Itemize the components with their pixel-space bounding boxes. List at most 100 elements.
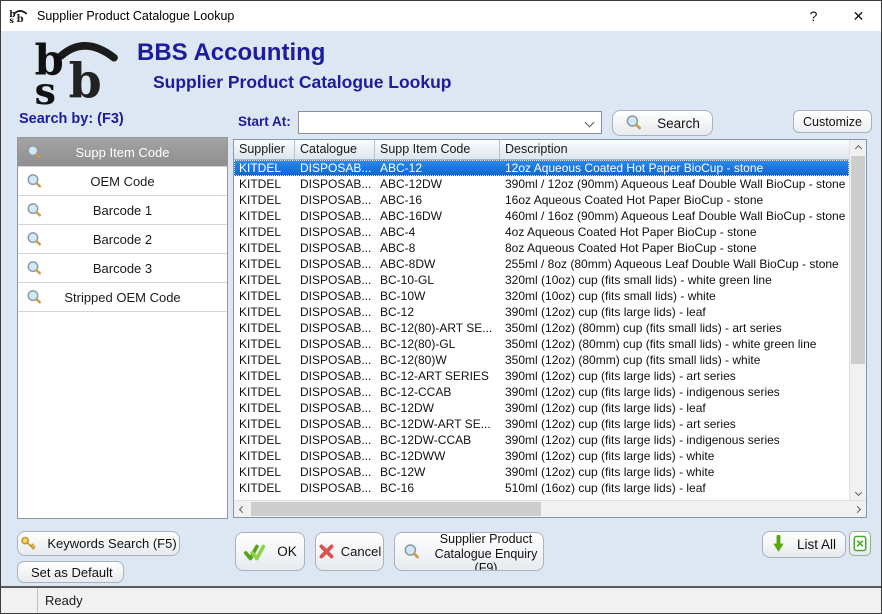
cell-supp-item-code: BC-12DWW bbox=[375, 448, 500, 464]
search-by-option[interactable]: Barcode 1 bbox=[18, 196, 227, 225]
cell-supp-item-code: BC-10-GL bbox=[375, 272, 500, 288]
window-title: Supplier Product Catalogue Lookup bbox=[37, 9, 234, 23]
cell-catalogue: DISPOSAB... bbox=[295, 336, 375, 352]
cell-supplier: KITDEL bbox=[234, 352, 295, 368]
cell-catalogue: DISPOSAB... bbox=[295, 448, 375, 464]
cell-supplier: KITDEL bbox=[234, 272, 295, 288]
table-row[interactable]: KITDEL DISPOSAB... ABC-16 16oz Aqueous C… bbox=[234, 192, 849, 208]
table-row[interactable]: KITDEL DISPOSAB... ABC-12 12oz Aqueous C… bbox=[234, 160, 849, 176]
cell-supplier: KITDEL bbox=[234, 336, 295, 352]
keywords-search-button[interactable]: Keywords Search (F5) bbox=[17, 531, 180, 556]
table-row[interactable]: KITDEL DISPOSAB... BC-12DW-CCAB 390ml (1… bbox=[234, 432, 849, 448]
scroll-left-arrow-icon[interactable] bbox=[234, 501, 251, 517]
cell-supplier: KITDEL bbox=[234, 176, 295, 192]
cancel-button[interactable]: Cancel bbox=[315, 532, 384, 571]
cell-description: 390ml (12oz) cup (fits large lids) - ind… bbox=[500, 432, 849, 448]
table-row[interactable]: KITDEL DISPOSAB... BC-12DWW 390ml (12oz)… bbox=[234, 448, 849, 464]
table-header: Supplier Catalogue Supp Item Code Descri… bbox=[234, 140, 849, 160]
table-row[interactable]: KITDEL DISPOSAB... BC-12(80)-ART SE... 3… bbox=[234, 320, 849, 336]
column-header[interactable]: Description bbox=[500, 140, 849, 159]
cell-description: 320ml (10oz) cup (fits small lids) - whi… bbox=[500, 288, 849, 304]
cell-catalogue: DISPOSAB... bbox=[295, 400, 375, 416]
search-icon bbox=[26, 231, 43, 248]
close-button[interactable]: ✕ bbox=[836, 1, 881, 31]
table-row[interactable]: KITDEL DISPOSAB... BC-16 510ml (16oz) cu… bbox=[234, 480, 849, 496]
cell-supplier: KITDEL bbox=[234, 400, 295, 416]
cell-catalogue: DISPOSAB... bbox=[295, 384, 375, 400]
horizontal-scrollbar[interactable] bbox=[234, 500, 866, 517]
list-all-button[interactable]: List All bbox=[762, 531, 846, 558]
supplier-product-catalogue-enquiry-button[interactable]: Supplier Product Catalogue Enquiry (F9) bbox=[394, 532, 544, 571]
cell-catalogue: DISPOSAB... bbox=[295, 160, 375, 176]
table-row[interactable]: KITDEL DISPOSAB... BC-12(80)-GL 350ml (1… bbox=[234, 336, 849, 352]
cell-catalogue: DISPOSAB... bbox=[295, 368, 375, 384]
help-button[interactable]: ? bbox=[791, 1, 836, 31]
cell-supp-item-code: BC-12DW-CCAB bbox=[375, 432, 500, 448]
results-table: Supplier Catalogue Supp Item Code Descri… bbox=[233, 139, 867, 518]
start-at-input[interactable] bbox=[299, 112, 586, 133]
cell-catalogue: DISPOSAB... bbox=[295, 256, 375, 272]
cell-supp-item-code: BC-12-CCAB bbox=[375, 384, 500, 400]
status-bar-segment bbox=[1, 588, 38, 613]
scroll-right-arrow-icon[interactable] bbox=[849, 501, 866, 517]
table-row[interactable]: KITDEL DISPOSAB... ABC-12DW 390ml / 12oz… bbox=[234, 176, 849, 192]
table-row[interactable]: KITDEL DISPOSAB... BC-12W 390ml (12oz) c… bbox=[234, 464, 849, 480]
table-row[interactable]: KITDEL DISPOSAB... ABC-16DW 460ml / 16oz… bbox=[234, 208, 849, 224]
ok-button[interactable]: OK bbox=[235, 532, 305, 571]
column-header[interactable]: Supp Item Code bbox=[375, 140, 500, 159]
cell-catalogue: DISPOSAB... bbox=[295, 272, 375, 288]
horizontal-scroll-thumb[interactable] bbox=[251, 502, 541, 516]
cell-catalogue: DISPOSAB... bbox=[295, 176, 375, 192]
cell-description: 255ml / 8oz (80mm) Aqueous Leaf Double W… bbox=[500, 256, 849, 272]
cell-supplier: KITDEL bbox=[234, 464, 295, 480]
table-row[interactable]: KITDEL DISPOSAB... BC-12-CCAB 390ml (12o… bbox=[234, 384, 849, 400]
cell-catalogue: DISPOSAB... bbox=[295, 352, 375, 368]
scroll-up-arrow-icon[interactable] bbox=[850, 140, 867, 156]
vertical-scrollbar[interactable] bbox=[849, 140, 866, 500]
table-row[interactable]: KITDEL DISPOSAB... BC-10-GL 320ml (10oz)… bbox=[234, 272, 849, 288]
table-row[interactable]: KITDEL DISPOSAB... BC-12DW 390ml (12oz) … bbox=[234, 400, 849, 416]
cell-description: 350ml (12oz) (80mm) cup (fits small lids… bbox=[500, 336, 849, 352]
cell-description: 510ml (16oz) cup (fits large lids) - lea… bbox=[500, 480, 849, 496]
cell-supplier: KITDEL bbox=[234, 224, 295, 240]
cell-supplier: KITDEL bbox=[234, 288, 295, 304]
table-row[interactable]: KITDEL DISPOSAB... BC-10W 320ml (10oz) c… bbox=[234, 288, 849, 304]
cell-supplier: KITDEL bbox=[234, 192, 295, 208]
start-at-combobox[interactable] bbox=[298, 111, 602, 134]
search-by-list: Supp Item Code OEM Code Barcode 1 bbox=[17, 137, 228, 519]
cell-supp-item-code: ABC-4 bbox=[375, 224, 500, 240]
search-by-option[interactable]: Barcode 3 bbox=[18, 254, 227, 283]
chevron-down-icon[interactable] bbox=[585, 118, 595, 128]
table-row[interactable]: KITDEL DISPOSAB... ABC-8DW 255ml / 8oz (… bbox=[234, 256, 849, 272]
cell-catalogue: DISPOSAB... bbox=[295, 224, 375, 240]
cell-supp-item-code: ABC-12 bbox=[375, 160, 500, 176]
scroll-down-arrow-icon[interactable] bbox=[850, 484, 867, 500]
search-by-option[interactable]: Barcode 2 bbox=[18, 225, 227, 254]
table-row[interactable]: KITDEL DISPOSAB... BC-12DW-ART SE... 390… bbox=[234, 416, 849, 432]
cell-supp-item-code: BC-12-ART SERIES bbox=[375, 368, 500, 384]
cell-supp-item-code: ABC-8 bbox=[375, 240, 500, 256]
table-row[interactable]: KITDEL DISPOSAB... ABC-8 8oz Aqueous Coa… bbox=[234, 240, 849, 256]
table-row[interactable]: KITDEL DISPOSAB... ABC-4 4oz Aqueous Coa… bbox=[234, 224, 849, 240]
app-name: BBS Accounting bbox=[137, 39, 325, 67]
set-as-default-button[interactable]: Set as Default bbox=[17, 561, 124, 583]
search-icon bbox=[26, 202, 43, 219]
search-by-option[interactable]: OEM Code bbox=[18, 167, 227, 196]
search-button[interactable]: Search bbox=[612, 110, 713, 136]
search-by-option[interactable]: Supp Item Code bbox=[18, 138, 227, 167]
search-by-option[interactable]: Stripped OEM Code bbox=[18, 283, 227, 312]
keywords-search-label: Keywords Search (F5) bbox=[47, 536, 176, 551]
table-row[interactable]: KITDEL DISPOSAB... BC-12-ART SERIES 390m… bbox=[234, 368, 849, 384]
cell-supplier: KITDEL bbox=[234, 432, 295, 448]
table-row[interactable]: KITDEL DISPOSAB... BC-12 390ml (12oz) cu… bbox=[234, 304, 849, 320]
cell-supp-item-code: BC-12 bbox=[375, 304, 500, 320]
table-row[interactable]: KITDEL DISPOSAB... BC-12(80)W 350ml (12o… bbox=[234, 352, 849, 368]
cancel-button-label: Cancel bbox=[341, 544, 381, 559]
customize-button[interactable]: Customize bbox=[793, 110, 872, 133]
column-header[interactable]: Supplier bbox=[234, 140, 295, 159]
column-header[interactable]: Catalogue bbox=[295, 140, 375, 159]
export-to-excel-button[interactable] bbox=[849, 531, 871, 556]
vertical-scroll-thumb[interactable] bbox=[851, 156, 865, 364]
search-by-option-label: Barcode 3 bbox=[18, 261, 227, 276]
cell-description: 16oz Aqueous Coated Hot Paper BioCup - s… bbox=[500, 192, 849, 208]
